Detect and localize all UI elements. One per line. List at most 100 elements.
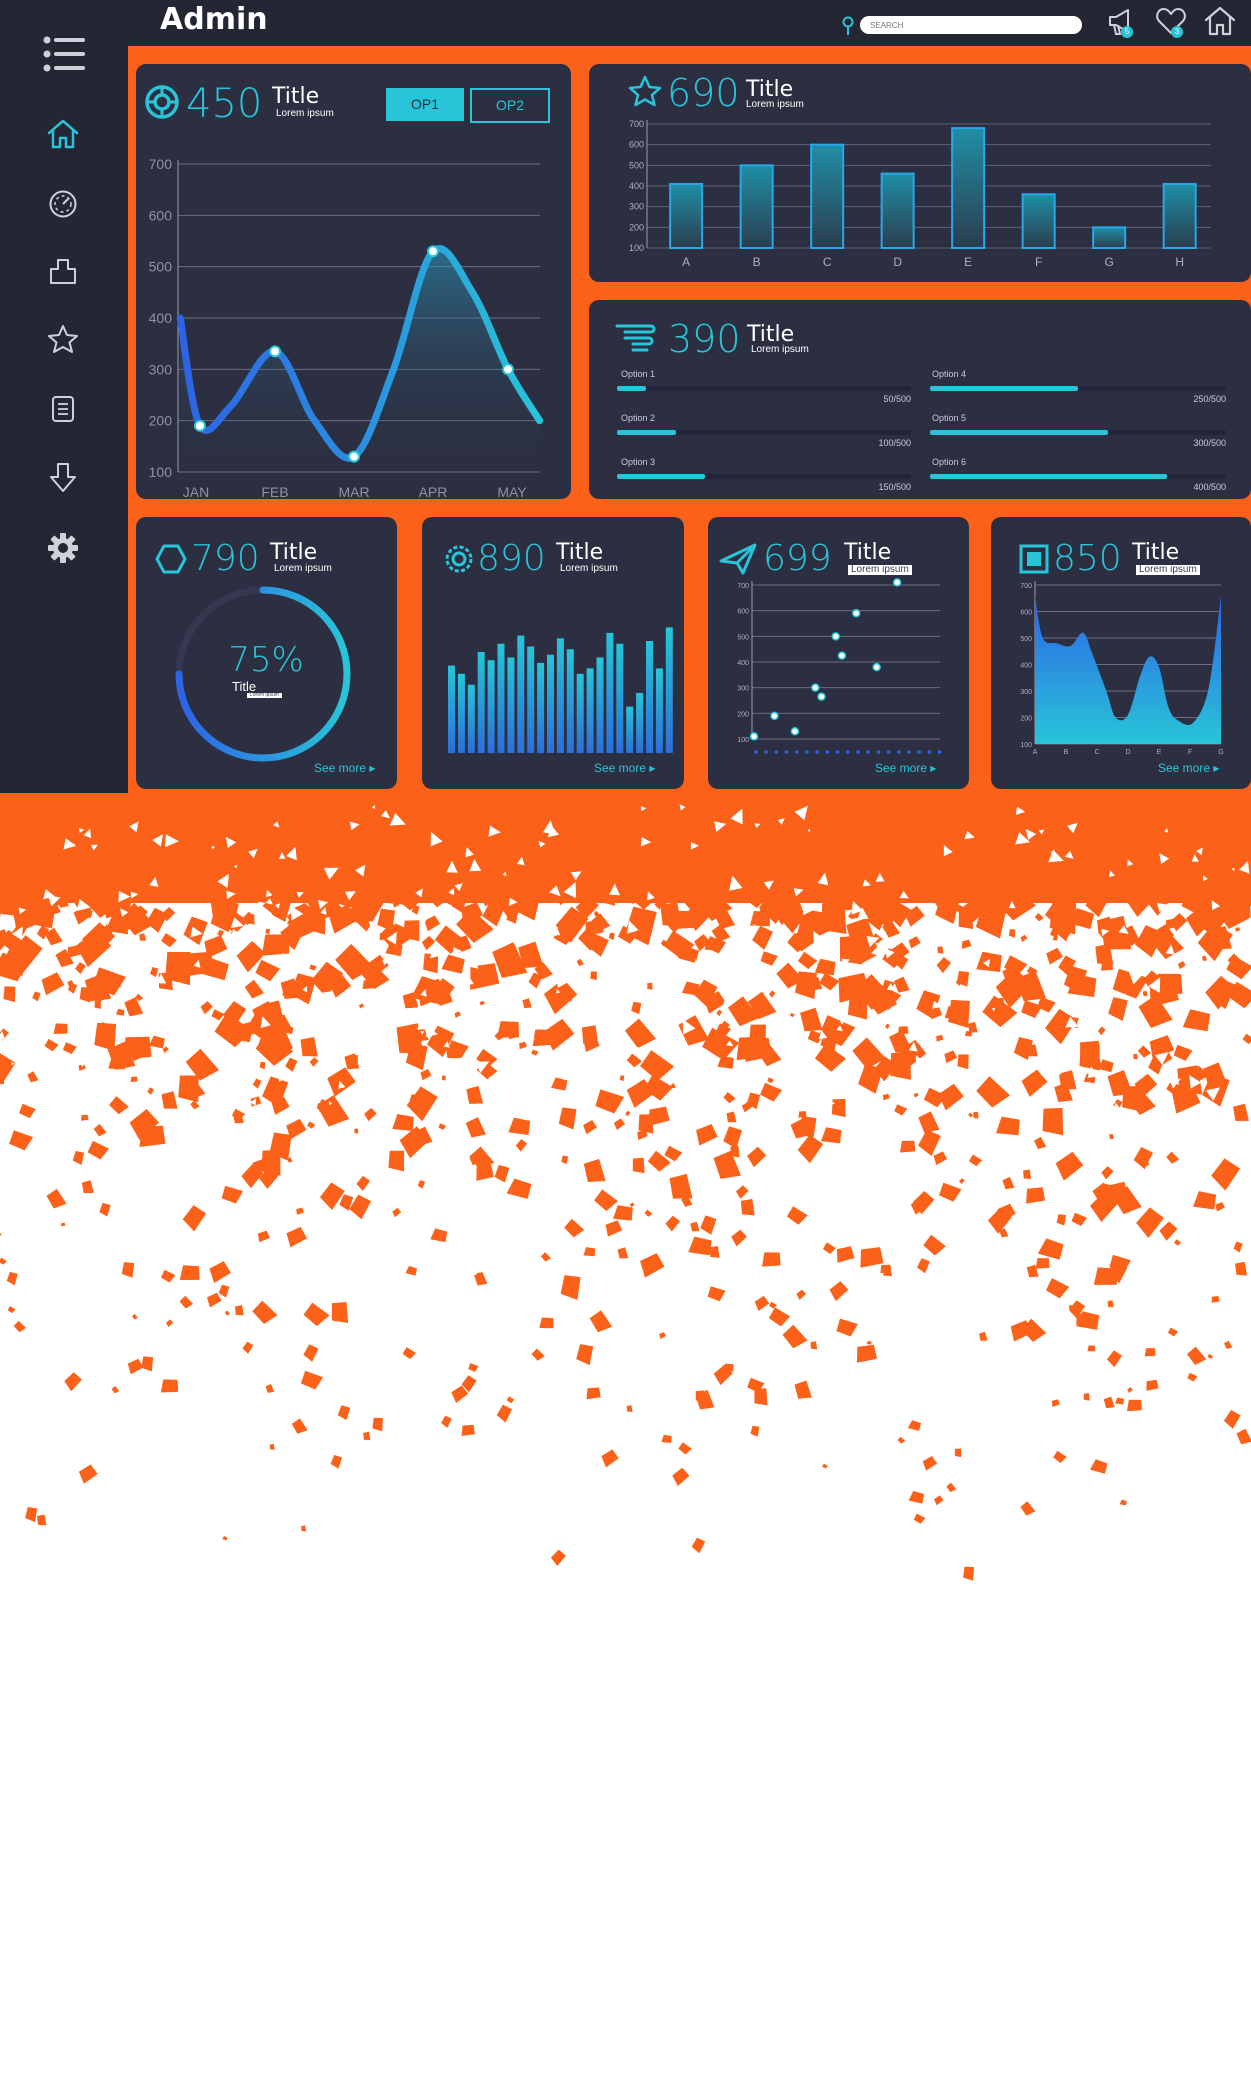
splash-fleck — [1242, 1033, 1251, 1045]
splash-fleck — [1034, 913, 1044, 922]
splash-fleck — [61, 1222, 66, 1227]
splash-fleck — [1097, 1026, 1106, 1036]
see-more-link[interactable]: See more ▸ — [1158, 761, 1219, 775]
splash-fleck — [1211, 1296, 1220, 1303]
splash-fleck — [1173, 1044, 1193, 1061]
home-icon[interactable] — [1203, 5, 1237, 37]
splash-fleck — [894, 1104, 908, 1116]
area-series — [1035, 595, 1221, 744]
splash-fleck — [0, 1257, 7, 1265]
splash-fleck — [644, 1209, 653, 1217]
search-input[interactable] — [860, 16, 1082, 34]
splash-hole — [950, 951, 966, 964]
splash-fleck — [822, 1463, 828, 1469]
splash-fleck — [7, 1306, 16, 1314]
progress-track — [617, 474, 911, 479]
splash-fleck — [468, 1363, 479, 1372]
splash-fleck — [885, 1023, 890, 1030]
splash-fleck — [959, 1178, 965, 1185]
option-value: 100/500 — [878, 438, 911, 448]
download-arrow-icon[interactable] — [49, 462, 77, 494]
splash-fleck — [946, 1482, 957, 1493]
splash-fleck — [797, 1134, 824, 1164]
splash-hole — [569, 1040, 580, 1053]
hamburger-menu-icon[interactable] — [43, 36, 87, 72]
y-tick-label: 600 — [149, 207, 173, 223]
data-point — [770, 711, 779, 721]
bar — [527, 646, 535, 753]
y-tick-label: 500 — [1020, 636, 1032, 643]
splash-hole — [17, 1051, 30, 1062]
bar — [1092, 226, 1127, 249]
splash-fleck — [402, 1347, 417, 1360]
splash-fleck — [221, 1185, 243, 1204]
progress-fill — [617, 386, 647, 391]
see-more-link[interactable]: See more ▸ — [875, 761, 936, 775]
document-icon[interactable] — [50, 395, 76, 423]
home-icon[interactable] — [46, 118, 80, 150]
splash-fleck — [716, 1009, 723, 1017]
star-icon[interactable] — [47, 324, 79, 354]
splash-fleck — [0, 1390, 1, 1407]
progress-fill — [930, 386, 1078, 391]
splash-hole — [871, 1036, 876, 1041]
splash-hole — [13, 1088, 21, 1095]
splash-hole — [737, 980, 747, 993]
box-icon[interactable] — [48, 256, 78, 286]
splash-fleck — [659, 1332, 666, 1339]
splash-fleck — [309, 1057, 319, 1067]
donut-card: 790 Title Lorem ipsum 75% Title Lorem ip… — [136, 517, 397, 789]
splash-fleck — [560, 1275, 581, 1301]
splash-fleck — [821, 1127, 842, 1144]
see-more-link[interactable]: See more ▸ — [314, 761, 375, 775]
splash-fleck — [80, 1114, 89, 1121]
bar — [665, 627, 673, 753]
splash-hole — [573, 1068, 580, 1074]
splash-fleck — [767, 1077, 775, 1084]
splash-fleck — [461, 1424, 475, 1436]
data-point — [427, 245, 439, 258]
splash-fleck — [242, 1341, 254, 1354]
bar — [606, 632, 614, 753]
splash-fleck — [1146, 1379, 1159, 1391]
splash-fleck — [309, 964, 317, 971]
see-more-link[interactable]: See more ▸ — [594, 761, 655, 775]
splash-fleck — [760, 951, 778, 966]
splash-fleck — [1207, 1353, 1214, 1360]
splash-fleck — [132, 1314, 138, 1320]
splash-fleck — [750, 1425, 760, 1437]
app-title: Admin — [160, 2, 268, 37]
splash-fleck — [908, 936, 921, 949]
bar — [467, 684, 475, 753]
splash-hole — [1224, 1036, 1237, 1051]
splash-fleck — [303, 1302, 330, 1327]
splash-fleck — [392, 1207, 402, 1218]
splash-fleck — [796, 1289, 807, 1300]
splash-fleck — [1020, 1501, 1036, 1516]
splash-fleck — [41, 972, 65, 996]
splash-fleck — [608, 932, 615, 941]
splash-fleck — [786, 1206, 808, 1225]
bar-chart-card: 690 Title Lorem ipsum 100 200 300 400 500 600… — [589, 64, 1251, 282]
x-tick-label: E — [1157, 749, 1162, 756]
y-tick-label: 600 — [629, 140, 644, 150]
scatter-card: 699 Title Lorem ipsum 100 200 300 400 500 600… — [708, 517, 969, 789]
donut-percent: 75% — [228, 640, 304, 680]
splash-fleck — [64, 1372, 82, 1392]
splash-hole — [450, 1023, 460, 1033]
dashboard-icon[interactable] — [48, 189, 78, 219]
option-value: 400/500 — [1193, 482, 1226, 492]
settings-gear-icon[interactable] — [47, 532, 79, 564]
splash-fleck — [465, 1117, 486, 1138]
splash-fleck — [647, 982, 653, 990]
progress-track — [930, 430, 1226, 435]
splash-fleck — [9, 1130, 34, 1151]
y-tick-label: 400 — [737, 660, 749, 667]
x-tick-label: F — [1188, 749, 1192, 756]
splash-fleck — [590, 971, 597, 981]
data-point — [269, 345, 281, 358]
splash-fleck — [782, 1324, 808, 1349]
y-tick-label: 200 — [149, 413, 173, 429]
splash-fleck — [1115, 1397, 1124, 1405]
donut-inner-subtitle: Lorem ipsum — [247, 693, 282, 698]
